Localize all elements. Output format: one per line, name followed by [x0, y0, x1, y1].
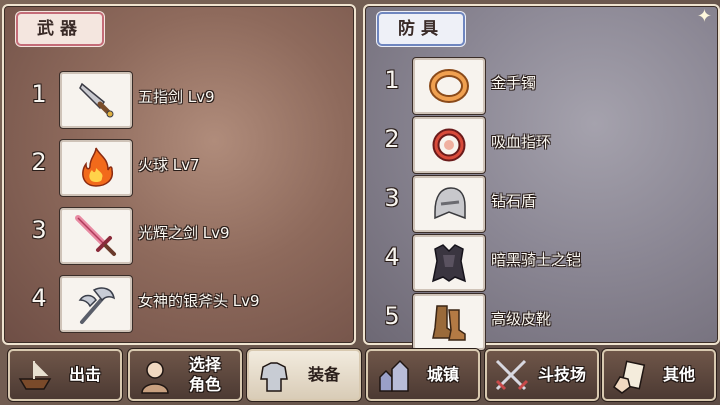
nav-arena-button[interactable]: 斗技场 — [485, 349, 599, 401]
item-name: 五指剑 Lv9 — [138, 88, 215, 106]
fireball-icon — [82, 147, 114, 187]
armor-slot-4[interactable]: 4 暗黑骑士之铠 — [377, 235, 707, 291]
item-icon-box[interactable] — [413, 58, 485, 114]
armor-slot-3[interactable]: 3 钻石盾 — [377, 176, 707, 232]
item-icon-box[interactable] — [60, 140, 132, 196]
weapons-tab[interactable]: 武器 — [16, 12, 104, 46]
item-icon-box[interactable] — [413, 176, 485, 232]
slot-number: 3 — [384, 184, 400, 212]
equipment-screen: 武器 1 五指剑 Lv9 2 火球 Lv7 3 光辉之剑 Lv9 4 女神的银斧… — [0, 0, 720, 405]
nav-other-button[interactable]: 其他 — [602, 349, 716, 401]
weapon-slot-4[interactable]: 4 女神的银斧头 Lv9 — [24, 276, 344, 332]
item-icon-box[interactable] — [413, 117, 485, 173]
nav-label: 其他 — [662, 365, 695, 384]
weapon-slot-1[interactable]: 1 五指剑 Lv9 — [24, 72, 344, 128]
nav-label: 选择 角色 — [174, 351, 236, 399]
slot-number: 3 — [31, 216, 47, 244]
nav-attack-button[interactable]: 出击 — [8, 349, 122, 401]
slot-number: 2 — [31, 148, 47, 176]
axe-icon — [78, 287, 116, 324]
item-icon-box[interactable] — [413, 235, 485, 291]
item-name: 吸血指环 — [491, 133, 552, 151]
item-name: 光辉之剑 Lv9 — [138, 224, 230, 242]
nav-label: 城镇 — [426, 365, 459, 384]
town-icon — [379, 359, 409, 392]
slot-number: 2 — [384, 125, 400, 153]
boots-icon — [432, 305, 466, 341]
nav-town-button[interactable]: 城镇 — [366, 349, 480, 401]
bracelet-icon — [429, 69, 469, 103]
slot-number: 4 — [384, 243, 400, 271]
item-icon-box[interactable] — [60, 72, 132, 128]
item-name: 金手镯 — [491, 74, 537, 92]
hand-card-icon — [613, 360, 646, 394]
slot-number: 4 — [31, 284, 47, 312]
nav-equipment-button[interactable]: 装备 — [247, 349, 361, 401]
armor-panel: 防具 ✦ 1 金手镯 2 吸血指环 3 钻石盾 4 暗黑骑士之铠 5 高级皮靴 — [363, 4, 720, 350]
weapon-slot-2[interactable]: 2 火球 Lv7 — [24, 140, 344, 196]
nav-label-line2: 角色 — [188, 375, 221, 394]
nav-label-line1: 选择 — [188, 355, 221, 374]
item-name: 火球 Lv7 — [138, 156, 200, 174]
armor-icon — [260, 362, 288, 392]
dark-armor-icon — [431, 244, 467, 283]
slot-number: 5 — [384, 302, 400, 330]
nav-label: 斗技场 — [537, 365, 586, 384]
nav-label: 装备 — [307, 365, 340, 384]
ship-icon — [18, 361, 52, 390]
slot-number: 1 — [31, 80, 47, 108]
bottom-nav: 出击 选择 角色 装备 城镇 斗技场 其他 — [0, 345, 720, 405]
weapon-slot-3[interactable]: 3 光辉之剑 Lv9 — [24, 208, 344, 264]
armor-tab[interactable]: 防具 — [377, 12, 465, 46]
item-icon-box[interactable] — [60, 276, 132, 332]
item-name: 钻石盾 — [491, 192, 537, 210]
nav-label: 出击 — [68, 365, 101, 384]
item-icon-box[interactable] — [413, 294, 485, 350]
item-name: 高级皮靴 — [491, 310, 552, 328]
nav-select-character-button[interactable]: 选择 角色 — [128, 349, 242, 401]
character-icon — [141, 361, 169, 394]
armor-slot-5[interactable]: 5 高级皮靴 — [377, 294, 707, 350]
ring-icon — [432, 128, 466, 162]
item-icon-box[interactable] — [60, 208, 132, 264]
item-name: 女神的银斧头 Lv9 — [138, 292, 260, 310]
sword-icon — [75, 215, 116, 256]
sparkle-icon: ✦ — [696, 6, 712, 27]
item-name: 暗黑骑士之铠 — [491, 251, 582, 269]
crossed-swords-icon — [495, 359, 529, 391]
slot-number: 1 — [384, 66, 400, 94]
weapons-panel: 武器 1 五指剑 Lv9 2 火球 Lv7 3 光辉之剑 Lv9 4 女神的银斧… — [2, 4, 356, 345]
dagger-icon — [79, 82, 114, 118]
armor-slot-2[interactable]: 2 吸血指环 — [377, 117, 707, 173]
armor-slot-1[interactable]: 1 金手镯 — [377, 58, 707, 114]
helmet-icon — [434, 187, 466, 220]
